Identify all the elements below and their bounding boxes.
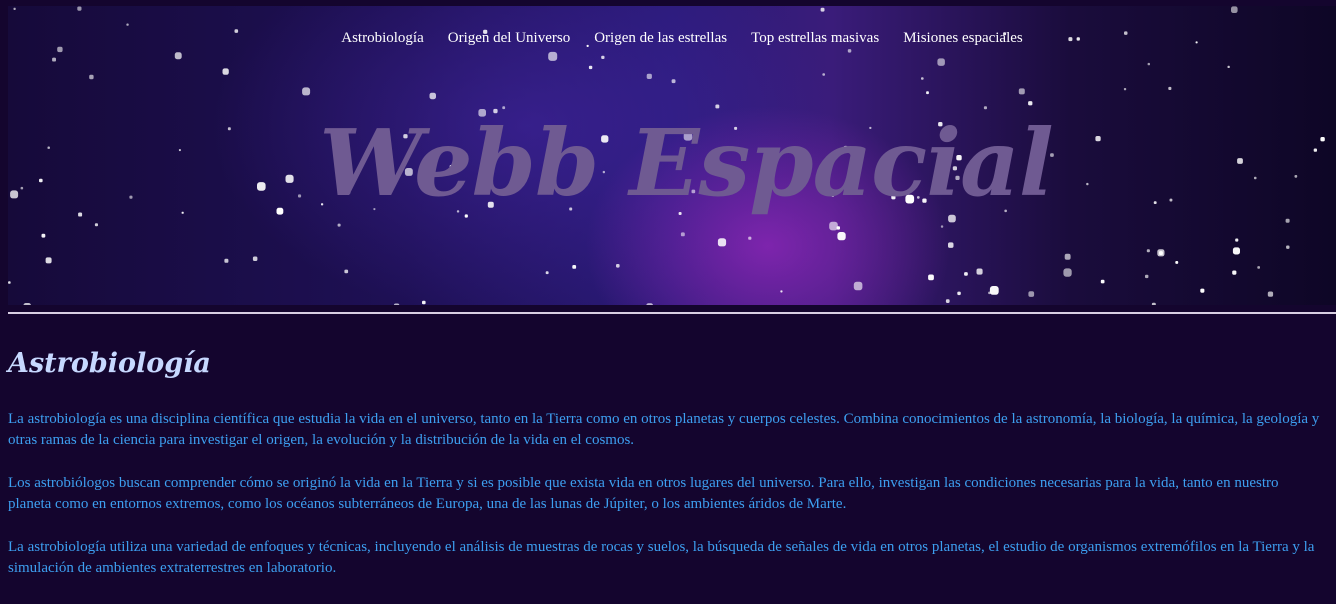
star-decoration	[1028, 291, 1035, 297]
star-decoration	[921, 77, 924, 80]
star-decoration	[1146, 249, 1150, 253]
star-decoration	[224, 258, 229, 263]
star-decoration	[820, 7, 825, 12]
page-heading: Astrobiología	[8, 348, 211, 379]
site-title: Webb Espacial	[319, 109, 1053, 217]
star-decoration	[1227, 65, 1230, 68]
star-decoration	[94, 223, 98, 227]
main-content: Astrobiología La astrobiología es una di…	[8, 344, 1324, 579]
star-decoration	[646, 73, 652, 79]
main-nav: Astrobiología Origen del Universo Origen…	[8, 28, 1336, 48]
star-decoration	[717, 238, 727, 247]
paragraph-1: La astrobiología es una disciplina cient…	[8, 411, 1320, 448]
star-decoration	[8, 281, 11, 284]
star-decoration	[646, 303, 653, 305]
star-decoration	[964, 272, 968, 276]
star-decoration	[545, 271, 549, 275]
star-decoration	[1157, 249, 1165, 257]
star-decoration	[429, 92, 436, 100]
star-decoration	[1232, 247, 1240, 255]
star-decoration	[926, 91, 929, 95]
star-decoration	[52, 57, 56, 62]
star-decoration	[572, 265, 577, 269]
star-decoration	[1285, 218, 1290, 223]
star-decoration	[829, 221, 838, 231]
star-decoration	[928, 274, 934, 281]
star-decoration	[1200, 288, 1205, 293]
header-divider	[8, 312, 1336, 314]
star-decoration	[252, 256, 258, 261]
paragraph-2: Los astrobiólogos buscan comprender cómo…	[8, 475, 1279, 512]
star-decoration	[945, 299, 950, 303]
nav-link-origen-universo[interactable]: Origen del Universo	[436, 28, 582, 48]
star-decoration	[1145, 274, 1149, 279]
star-decoration	[41, 233, 46, 238]
nav-link-astrobiologia[interactable]: Astrobiología	[329, 28, 436, 48]
star-decoration	[1123, 88, 1127, 91]
star-decoration	[174, 52, 182, 60]
star-decoration	[957, 291, 961, 296]
star-decoration	[89, 74, 94, 80]
star-decoration	[748, 236, 752, 240]
star-decoration	[616, 264, 620, 268]
star-decoration	[1147, 62, 1150, 66]
star-decoration	[1028, 101, 1033, 106]
star-decoration	[853, 281, 863, 291]
star-decoration	[601, 55, 605, 59]
star-decoration	[77, 6, 82, 11]
star-decoration	[1100, 279, 1105, 284]
star-decoration	[1168, 86, 1172, 90]
star-decoration	[671, 79, 676, 84]
star-decoration	[422, 300, 426, 305]
star-decoration	[1231, 6, 1238, 13]
star-decoration	[1286, 245, 1290, 249]
star-decoration	[780, 290, 783, 293]
header-banner: Astrobiología Origen del Universo Origen…	[8, 6, 1336, 305]
star-decoration	[302, 87, 311, 96]
star-decoration	[337, 223, 341, 227]
paragraph-3: La astrobiología utiliza una variedad de…	[8, 539, 1315, 576]
star-decoration	[1175, 261, 1179, 264]
star-decoration	[13, 7, 16, 10]
star-decoration	[1151, 302, 1156, 305]
nav-link-origen-estrellas[interactable]: Origen de las estrellas	[582, 28, 739, 48]
star-decoration	[222, 68, 229, 75]
star-decoration	[822, 73, 825, 76]
star-decoration	[1267, 291, 1274, 297]
star-decoration	[548, 51, 558, 61]
page: Astrobiología Origen del Universo Origen…	[0, 0, 1336, 604]
star-decoration	[1063, 268, 1072, 277]
star-decoration	[937, 58, 945, 66]
star-decoration	[588, 65, 593, 70]
star-decoration	[45, 257, 52, 264]
star-decoration	[1232, 270, 1237, 275]
star-decoration	[126, 23, 129, 26]
star-decoration	[1064, 253, 1071, 260]
star-decoration	[344, 269, 349, 274]
star-decoration	[393, 303, 400, 305]
star-decoration	[1257, 266, 1260, 269]
nav-link-top-estrellas[interactable]: Top estrellas masivas	[739, 28, 891, 48]
star-decoration	[680, 232, 685, 237]
nav-link-misiones[interactable]: Misiones espaciales	[891, 28, 1035, 48]
star-decoration	[948, 242, 954, 248]
star-decoration	[23, 303, 31, 305]
star-decoration	[940, 225, 944, 228]
star-decoration	[847, 49, 852, 53]
star-decoration	[989, 286, 999, 295]
star-decoration	[976, 268, 983, 275]
star-decoration	[1018, 88, 1025, 95]
star-decoration	[1235, 238, 1239, 242]
star-decoration	[837, 232, 846, 241]
